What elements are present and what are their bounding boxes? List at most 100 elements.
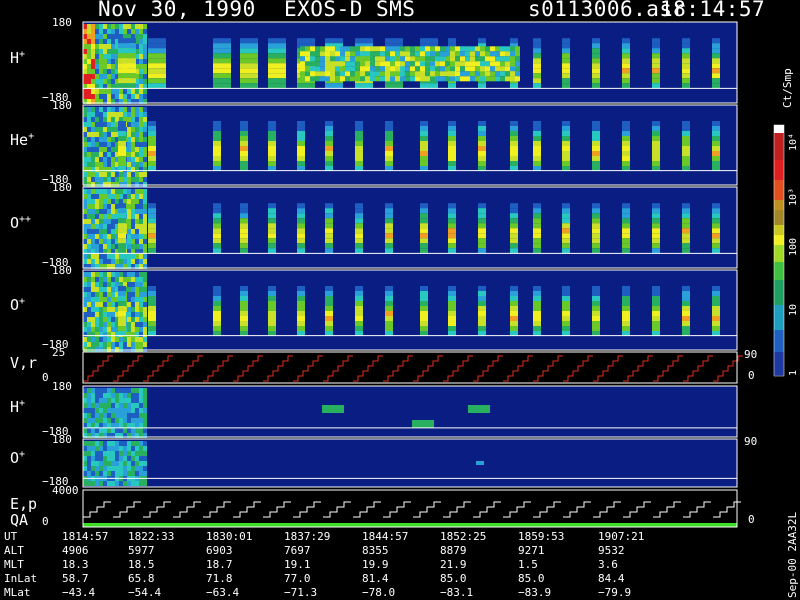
flux-cell <box>111 307 115 312</box>
flux-cell <box>115 441 119 446</box>
flux-cell <box>135 254 139 259</box>
flux-cell <box>325 286 333 291</box>
flux-cell <box>448 208 456 214</box>
panel-label-sup: + <box>19 397 26 409</box>
flux-cell <box>95 117 99 122</box>
flux-cell <box>143 342 147 347</box>
flux-cell <box>131 272 135 277</box>
flux-cell <box>95 297 99 302</box>
flux-cell <box>445 66 450 72</box>
table-cell: 1814:57 <box>62 530 109 543</box>
flux-cell <box>297 213 305 219</box>
flux-cell <box>91 214 95 219</box>
flux-cell <box>123 89 127 94</box>
flux-cell <box>485 76 490 82</box>
flux-cell <box>83 117 87 122</box>
flux-cell <box>115 107 119 112</box>
flux-cell <box>111 29 115 34</box>
flux-cell <box>148 121 156 126</box>
flux-cell <box>385 228 393 234</box>
flux-cell <box>91 89 95 94</box>
flux-cell <box>87 277 91 282</box>
flux-cell <box>143 24 147 29</box>
flux-cell <box>420 218 428 224</box>
flux-cell <box>592 73 600 79</box>
flux-cell <box>83 446 87 451</box>
flux-cell <box>510 66 515 72</box>
flux-cell <box>111 408 115 413</box>
flux-cell <box>83 157 87 162</box>
colorbar-label: 10⁴ <box>788 132 799 151</box>
flux-cell <box>135 189 139 194</box>
flux-cell <box>478 208 486 214</box>
flux-cell <box>83 172 87 177</box>
flux-cell <box>405 66 410 72</box>
flux-cell <box>297 203 305 209</box>
flux-cell <box>533 301 541 306</box>
flux-cell <box>148 311 156 316</box>
flux-cell <box>592 233 600 239</box>
flux-cell <box>83 74 87 79</box>
flux-cell <box>95 234 99 239</box>
flux-cell <box>119 337 123 342</box>
flux-cell <box>83 307 87 312</box>
table-cell: 1822:33 <box>128 530 175 543</box>
flux-cell <box>148 131 156 136</box>
flux-cell <box>385 218 393 224</box>
flux-cell <box>420 83 438 89</box>
flux-cell <box>652 156 660 161</box>
flux-cell <box>143 177 147 182</box>
colorbar-segment <box>774 125 784 133</box>
flux-cell <box>268 156 276 161</box>
flux-cell <box>111 317 115 322</box>
flux-cell <box>111 244 115 249</box>
flux-cell <box>119 342 123 347</box>
flux-cell <box>622 78 630 84</box>
flux-cell <box>592 161 600 166</box>
flux-cell <box>325 233 333 239</box>
flux-cell <box>139 167 143 172</box>
colorbar-segment <box>774 180 784 200</box>
flux-cell <box>420 233 428 239</box>
flux-cell <box>712 208 720 214</box>
flux-cell <box>712 121 720 126</box>
flux-cell <box>148 63 166 69</box>
flux-cell <box>562 73 570 79</box>
flux-cell <box>131 451 135 456</box>
flux-cell <box>118 83 136 89</box>
flux-cell <box>87 282 91 287</box>
flux-cell <box>240 73 258 79</box>
flux-cell <box>268 311 276 316</box>
flux-cell <box>465 46 470 52</box>
flux-cell <box>385 61 390 67</box>
flux-cell <box>111 122 115 127</box>
flux-cell <box>111 214 115 219</box>
flux-cell <box>83 234 87 239</box>
flux-cell <box>87 292 91 297</box>
flux-cell <box>119 466 123 471</box>
flux-cell <box>87 44 91 49</box>
flux-cell <box>652 141 660 146</box>
colorbar-segment <box>774 280 784 305</box>
flux-cell <box>127 239 131 244</box>
flux-cell <box>83 162 87 167</box>
flux-cell <box>87 244 91 249</box>
flux-cell <box>268 306 276 311</box>
flux-cell <box>682 233 690 239</box>
flux-cell <box>340 46 345 52</box>
flux-cell <box>123 456 127 461</box>
flux-cell <box>350 66 355 72</box>
flux-cell <box>510 126 518 131</box>
flux-cell <box>297 238 305 244</box>
flux-cell <box>87 254 91 259</box>
flux-cell <box>87 132 91 137</box>
flux-cell <box>478 141 486 146</box>
flux-cell <box>127 244 131 249</box>
flux-cell <box>115 451 119 456</box>
flux-cell <box>91 446 95 451</box>
flux-cell <box>510 311 518 316</box>
flux-cell <box>111 132 115 137</box>
flux-cell <box>420 311 428 316</box>
flux-cell <box>91 259 95 264</box>
flux-cell <box>345 71 350 77</box>
